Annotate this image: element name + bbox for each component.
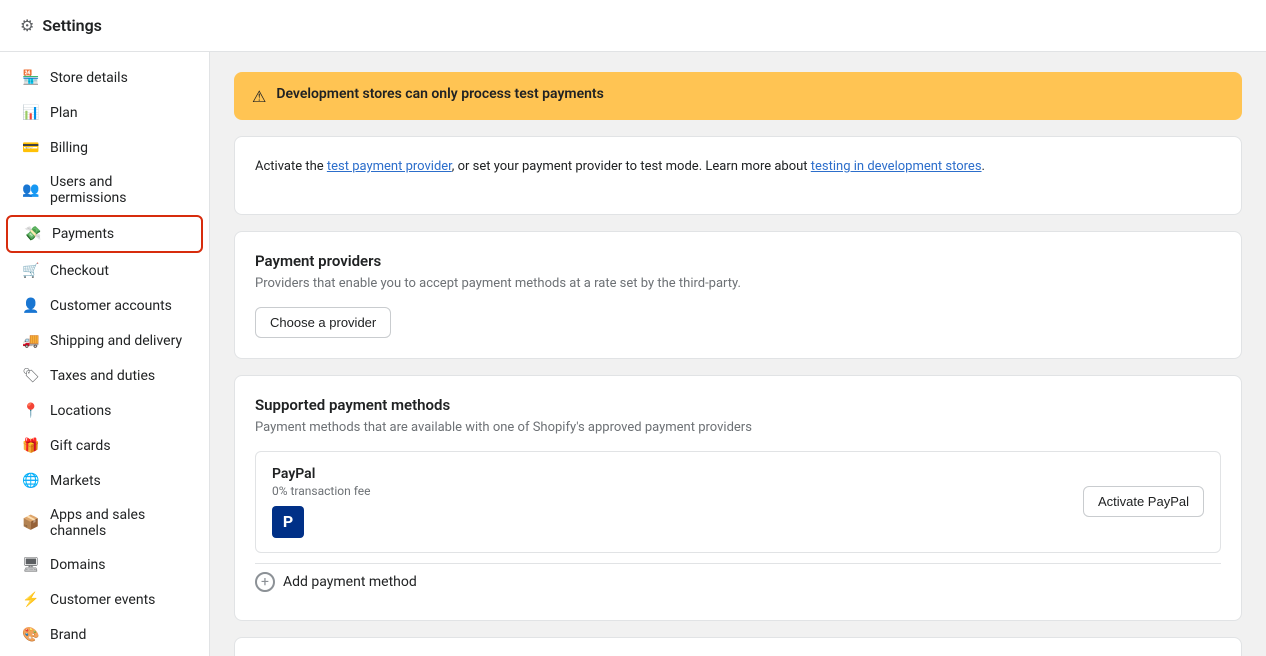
customer-accounts-label: Customer accounts: [50, 298, 172, 314]
add-payment-method[interactable]: + Add payment method: [255, 563, 1221, 600]
paypal-fee: 0% transaction fee: [272, 484, 370, 498]
customer-accounts-icon: 👤: [22, 297, 40, 315]
markets-label: Markets: [50, 473, 101, 489]
billing-icon: 💳: [22, 139, 40, 157]
sidebar-item-gift-cards[interactable]: 🎁 Gift cards: [6, 429, 203, 463]
store-details-icon: 🏪: [22, 69, 40, 87]
testing-link[interactable]: testing in development stores: [811, 159, 982, 174]
layout: 🏪 Store details 📊 Plan 💳 Billing 👥 Users and pe…: [0, 52, 1266, 656]
plan-icon: 📊: [22, 104, 40, 122]
sidebar-item-users-permissions[interactable]: 👥 Users and permissions: [6, 166, 203, 214]
payments-icon: 💸: [24, 225, 42, 243]
paypal-name: PayPal: [272, 466, 370, 482]
store-details-label: Store details: [50, 70, 128, 86]
customer-events-icon: ⚡: [22, 591, 40, 609]
sidebar-item-brand[interactable]: 🎨 Brand: [6, 618, 203, 652]
brand-label: Brand: [50, 627, 86, 643]
paypal-logo: P: [272, 506, 304, 538]
sidebar-item-customer-accounts[interactable]: 👤 Customer accounts: [6, 289, 203, 323]
sidebar-item-plan[interactable]: 📊 Plan: [6, 96, 203, 130]
supported-methods-card: Supported payment methods Payment method…: [234, 375, 1242, 621]
shipping-delivery-icon: 🚚: [22, 332, 40, 350]
customer-events-label: Customer events: [50, 592, 155, 608]
taxes-duties-icon: 🏷: [22, 367, 40, 385]
add-method-label: Add payment method: [283, 574, 417, 590]
sidebar-item-domains[interactable]: 🖥 Domains: [6, 548, 203, 582]
paypal-info: PayPal 0% transaction fee P: [272, 466, 370, 538]
domains-icon: 🖥: [22, 556, 40, 574]
sidebar-item-markets[interactable]: 🌐 Markets: [6, 464, 203, 498]
payments-label: Payments: [52, 226, 114, 242]
settings-icon: ⚙: [20, 16, 34, 35]
info-card: Activate the test payment provider, or s…: [234, 136, 1242, 215]
billing-label: Billing: [50, 140, 88, 156]
sidebar-item-payments[interactable]: 💸 Payments: [6, 215, 203, 253]
gift-cards-label: Gift cards: [50, 438, 111, 454]
brand-icon: 🎨: [22, 626, 40, 644]
sidebar-item-store-details[interactable]: 🏪 Store details: [6, 61, 203, 95]
supported-methods-title: Supported payment methods: [255, 396, 1221, 414]
locations-label: Locations: [50, 403, 111, 419]
payment-providers-subtitle: Providers that enable you to accept paym…: [255, 276, 1221, 291]
shipping-delivery-label: Shipping and delivery: [50, 333, 182, 349]
paypal-logo-text: P: [283, 512, 293, 531]
sidebar-item-locations[interactable]: 📍 Locations: [6, 394, 203, 428]
domains-label: Domains: [50, 557, 105, 573]
plan-label: Plan: [50, 105, 78, 121]
alert-text: Development stores can only process test…: [276, 86, 604, 102]
payment-providers-title: Payment providers: [255, 252, 1221, 270]
sidebar-item-customer-events[interactable]: ⚡ Customer events: [6, 583, 203, 617]
main-content: ⚠ Development stores can only process te…: [210, 52, 1266, 656]
sidebar-item-billing[interactable]: 💳 Billing: [6, 131, 203, 165]
sidebar-item-apps-sales[interactable]: 📦 Apps and sales channels: [6, 499, 203, 547]
page-title: Settings: [42, 16, 102, 35]
sidebar-item-checkout[interactable]: 🛒 Checkout: [6, 254, 203, 288]
alert-banner: ⚠ Development stores can only process te…: [234, 72, 1242, 120]
activate-paypal-button[interactable]: Activate PayPal: [1083, 486, 1204, 517]
warning-icon: ⚠: [252, 87, 266, 106]
sidebar-item-shipping-delivery[interactable]: 🚚 Shipping and delivery: [6, 324, 203, 358]
markets-icon: 🌐: [22, 472, 40, 490]
taxes-duties-label: Taxes and duties: [50, 368, 155, 384]
test-payment-link[interactable]: test payment provider: [327, 159, 452, 174]
locations-icon: 📍: [22, 402, 40, 420]
choose-provider-button[interactable]: Choose a provider: [255, 307, 391, 338]
users-permissions-label: Users and permissions: [50, 174, 187, 206]
gift-cards-icon: 🎁: [22, 437, 40, 455]
header: ⚙ Settings: [0, 0, 1266, 52]
apps-sales-icon: 📦: [22, 514, 40, 532]
checkout-icon: 🛒: [22, 262, 40, 280]
apps-sales-label: Apps and sales channels: [50, 507, 187, 539]
checkout-label: Checkout: [50, 263, 109, 279]
info-paragraph: Activate the test payment provider, or s…: [255, 157, 1221, 178]
users-permissions-icon: 👥: [22, 181, 40, 199]
supported-methods-subtitle: Payment methods that are available with …: [255, 420, 1221, 435]
paypal-box: PayPal 0% transaction fee P Activate Pay…: [255, 451, 1221, 553]
capture-card: Payment capture method Payments are auth…: [234, 637, 1242, 656]
add-icon: +: [255, 572, 275, 592]
sidebar: 🏪 Store details 📊 Plan 💳 Billing 👥 Users and pe…: [0, 52, 210, 656]
sidebar-item-taxes-duties[interactable]: 🏷 Taxes and duties: [6, 359, 203, 393]
payment-providers-card: Payment providers Providers that enable …: [234, 231, 1242, 359]
